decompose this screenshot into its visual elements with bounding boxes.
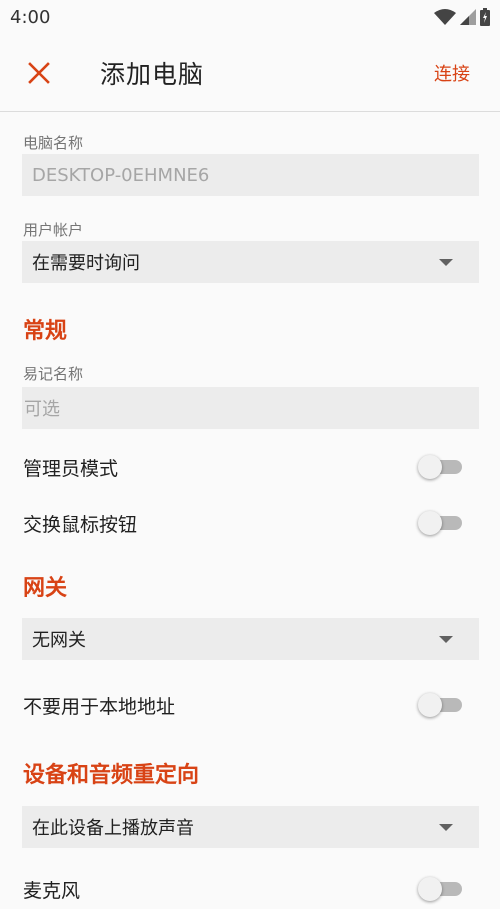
friendly-name-input[interactable]: 可选 (22, 387, 479, 429)
switch-thumb (418, 455, 442, 479)
switch-thumb (418, 877, 442, 901)
microphone-label: 麦克风 (23, 879, 81, 902)
admin-mode-label: 管理员模式 (23, 457, 119, 480)
page-title: 添加电脑 (100, 59, 205, 89)
cell-signal-icon (460, 9, 476, 25)
audio-select[interactable]: 在此设备上播放声音 (22, 806, 479, 848)
user-account-value: 在需要时询问 (32, 253, 140, 274)
gateway-select[interactable]: 无网关 (22, 618, 479, 660)
user-account-select[interactable]: 在需要时询问 (22, 241, 479, 283)
status-bar: 4:00 (0, 0, 500, 34)
bypass-local-label: 不要用于本地地址 (23, 695, 176, 718)
microphone-switch[interactable] (418, 877, 464, 901)
bypass-local-switch[interactable] (418, 693, 464, 717)
section-device-audio-title: 设备和音频重定向 (23, 763, 200, 788)
swap-mouse-row: 交换鼠标按钮 (0, 503, 500, 543)
friendly-name-label: 易记名称 (23, 365, 84, 383)
admin-mode-switch[interactable] (418, 455, 464, 479)
pc-name-placeholder: DESKTOP-0EHMNE6 (32, 164, 210, 186)
pc-name-input[interactable]: DESKTOP-0EHMNE6 (22, 154, 479, 196)
dropdown-arrow-icon (439, 823, 453, 831)
app-bar: 添加电脑 连接 (0, 34, 500, 112)
status-icons (434, 8, 490, 26)
close-icon (28, 62, 50, 84)
bypass-local-row: 不要用于本地地址 (0, 685, 500, 725)
status-time: 4:00 (10, 6, 51, 28)
pc-name-label: 电脑名称 (23, 134, 84, 152)
connect-button[interactable]: 连接 (434, 60, 470, 86)
switch-thumb (418, 511, 442, 535)
switch-thumb (418, 693, 442, 717)
close-button[interactable] (22, 56, 56, 90)
friendly-name-placeholder: 可选 (24, 399, 60, 420)
wifi-icon (434, 9, 456, 25)
section-gateway-title: 网关 (23, 576, 68, 601)
user-account-label: 用户帐户 (23, 221, 84, 239)
gateway-value: 无网关 (32, 630, 86, 651)
swap-mouse-switch[interactable] (418, 511, 464, 535)
battery-icon (480, 8, 490, 26)
audio-value: 在此设备上播放声音 (32, 818, 194, 839)
microphone-row: 麦克风 (0, 869, 500, 909)
dropdown-arrow-icon (439, 258, 453, 266)
swap-mouse-label: 交换鼠标按钮 (23, 513, 138, 536)
admin-mode-row: 管理员模式 (0, 447, 500, 487)
section-general-title: 常规 (23, 319, 68, 344)
dropdown-arrow-icon (439, 635, 453, 643)
